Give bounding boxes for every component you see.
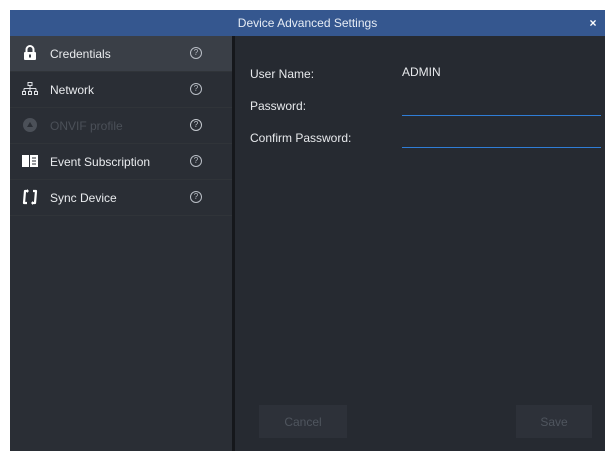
sidebar-item-label: Sync Device <box>50 191 117 205</box>
network-icon <box>22 81 38 97</box>
credentials-form: User Name: ADMIN Password: Confirm Passw… <box>235 36 605 451</box>
sidebar-item-event-subscription[interactable]: Event Subscription ? <box>10 144 232 180</box>
password-label: Password: <box>250 99 307 113</box>
password-field[interactable] <box>402 97 601 116</box>
close-icon[interactable]: × <box>585 15 601 31</box>
dialog-title: Device Advanced Settings <box>237 16 378 30</box>
help-icon[interactable]: ? <box>190 191 202 203</box>
sidebar-item-network[interactable]: Network ? <box>10 72 232 108</box>
sidebar: Credentials ? Network ? ONVIF profile ? … <box>10 36 232 451</box>
confirm-password-field[interactable] <box>402 129 601 148</box>
sidebar-item-label: Credentials <box>50 47 111 61</box>
cancel-button[interactable]: Cancel <box>259 405 347 438</box>
event-icon <box>22 153 38 169</box>
onvif-icon <box>22 117 38 133</box>
help-icon[interactable]: ? <box>190 47 202 59</box>
sidebar-item-label: ONVIF profile <box>50 119 123 133</box>
sync-icon <box>22 189 38 205</box>
device-advanced-settings-dialog: Device Advanced Settings × Credentials ? <box>10 10 605 451</box>
save-button[interactable]: Save <box>516 405 592 438</box>
sidebar-item-label: Event Subscription <box>50 155 151 169</box>
help-icon[interactable]: ? <box>190 155 202 167</box>
lock-icon <box>22 45 38 61</box>
username-label: User Name: <box>250 67 315 81</box>
sidebar-item-sync-device[interactable]: Sync Device ? <box>10 180 232 216</box>
sidebar-item-label: Network <box>50 83 95 97</box>
sidebar-item-credentials[interactable]: Credentials ? <box>10 36 232 72</box>
help-icon[interactable]: ? <box>190 119 202 131</box>
confirm-password-label: Confirm Password: <box>250 131 352 145</box>
username-value: ADMIN <box>402 65 441 79</box>
title-bar: Device Advanced Settings × <box>10 10 605 36</box>
help-icon[interactable]: ? <box>190 83 202 95</box>
sidebar-item-onvif-profile[interactable]: ONVIF profile ? <box>10 108 232 144</box>
